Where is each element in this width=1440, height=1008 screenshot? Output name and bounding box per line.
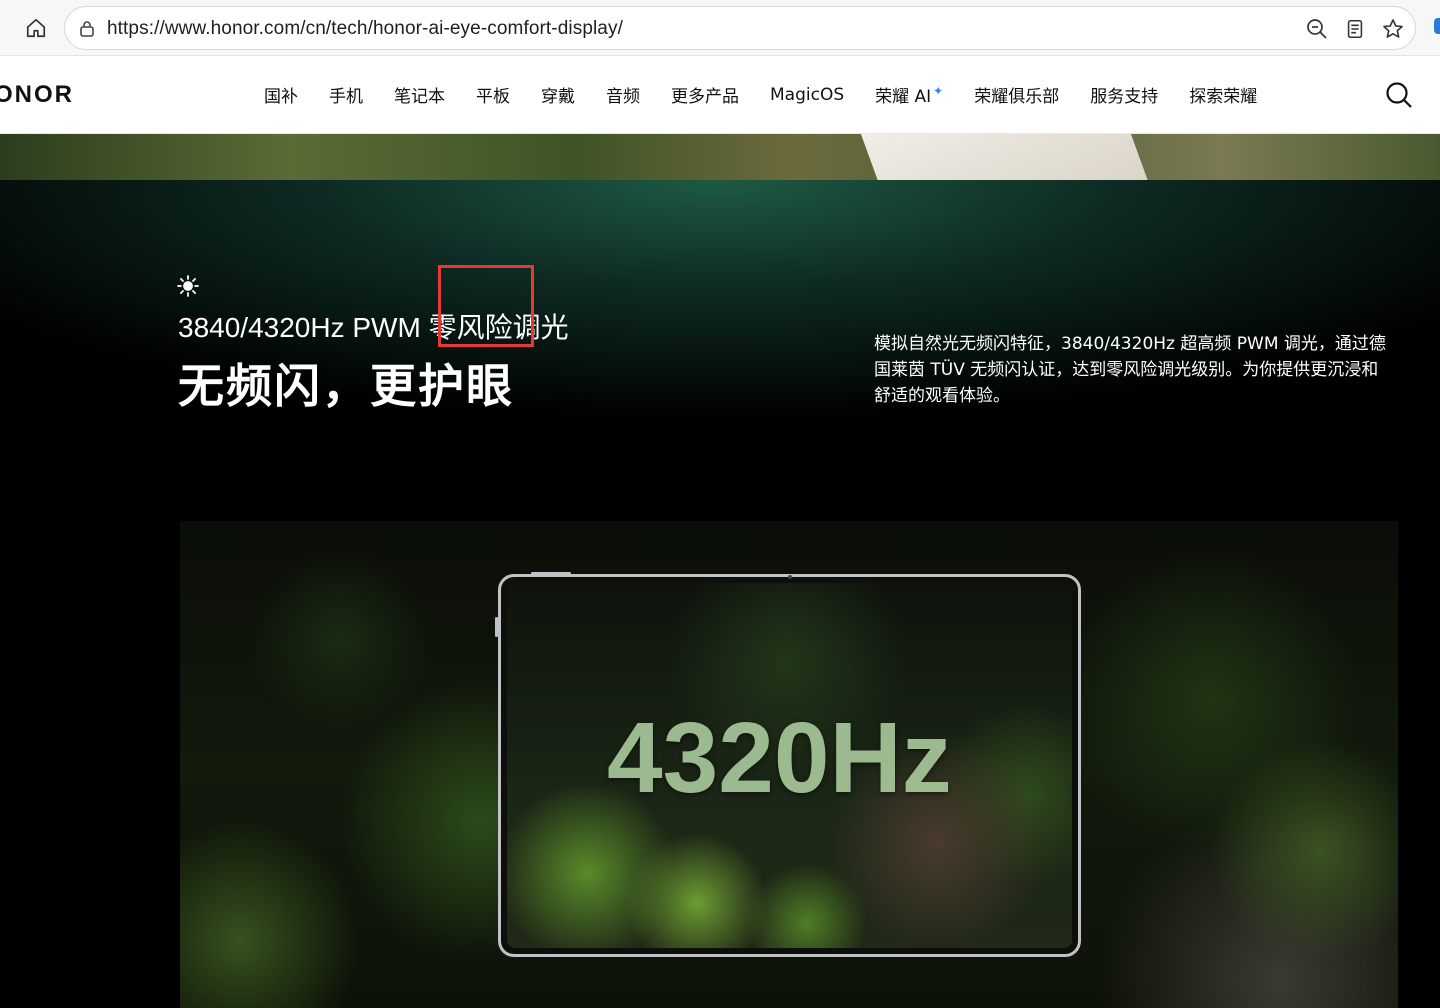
hero-image-bottom-strip [0, 134, 1440, 180]
site-info-icon[interactable] [77, 19, 97, 39]
tablet-showcase-image: 4320Hz [180, 521, 1398, 1008]
home-icon[interactable] [20, 12, 52, 44]
sun-icon [176, 274, 200, 298]
nav-item-more-products[interactable]: 更多产品 [671, 82, 739, 107]
section-description: 模拟自然光无频闪特征，3840/4320Hz 超高频 PWM 调光，通过德国莱茵… [874, 334, 1386, 406]
nav-label-honor-ai: 荣耀 AI [875, 87, 932, 107]
nav-item-club[interactable]: 荣耀俱乐部 [974, 82, 1059, 107]
nav-item-laptops[interactable]: 笔记本 [394, 82, 445, 107]
site-header: ONOR 国补 手机 笔记本 平板 穿戴 音频 更多产品 MagicOS 荣耀 … [0, 56, 1440, 134]
hero-image-detail [857, 134, 1153, 180]
browser-toolbar: https://www.honor.com/cn/tech/honor-ai-e… [0, 0, 1440, 56]
tablet-screen-text: 4320Hz [607, 702, 952, 814]
nav-item-audio[interactable]: 音频 [606, 82, 640, 107]
main-nav: 国补 手机 笔记本 平板 穿戴 音频 更多产品 MagicOS 荣耀 AI ✦ 荣… [264, 82, 1288, 108]
tablet-device: 4320Hz [495, 572, 1081, 957]
nav-item-tablets[interactable]: 平板 [476, 82, 510, 107]
address-bar[interactable]: https://www.honor.com/cn/tech/honor-ai-e… [64, 6, 1416, 50]
search-icon[interactable] [1384, 80, 1416, 112]
tablet-top-button [531, 572, 571, 575]
favorite-icon[interactable] [1379, 15, 1407, 43]
nav-item-phones[interactable]: 手机 [329, 82, 363, 107]
nav-item-support[interactable]: 服务支持 [1090, 82, 1158, 107]
section-headline: 无频闪，更护眼 [178, 359, 514, 413]
reader-icon[interactable] [1341, 15, 1369, 43]
honor-logo[interactable]: ONOR [0, 81, 74, 109]
nav-item-wearables[interactable]: 穿戴 [541, 82, 575, 107]
annotation-highlight-box [438, 265, 534, 347]
camera-dot [788, 575, 792, 579]
nav-item-honor-ai[interactable]: 荣耀 AI ✦ [875, 82, 944, 108]
url-text[interactable]: https://www.honor.com/cn/tech/honor-ai-e… [107, 18, 623, 40]
nav-item-guobu[interactable]: 国补 [264, 82, 298, 107]
tablet-side-button [495, 617, 498, 637]
sparkle-icon: ✦ [933, 83, 944, 98]
tablet-screen: 4320Hz [507, 583, 1072, 948]
nav-item-explore[interactable]: 探索荣耀 [1189, 82, 1257, 107]
extension-icon[interactable] [1434, 18, 1440, 34]
zoom-icon[interactable] [1303, 15, 1331, 43]
nav-item-magicos[interactable]: MagicOS [770, 82, 844, 107]
